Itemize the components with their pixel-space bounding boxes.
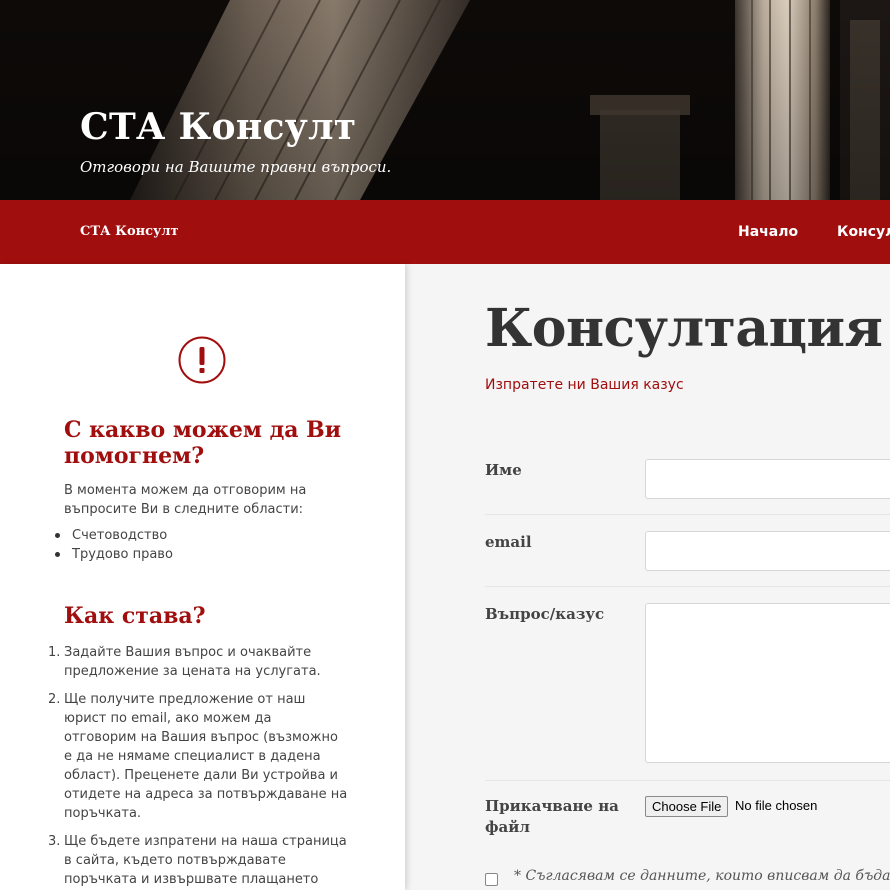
consent-text: * Съгласявам се данните, които вписвам д… (514, 868, 890, 884)
header-banner: СТА Консулт Отговори на Вашите правни въ… (0, 0, 890, 200)
page-subtitle: Изпратете ни Вашия казус (485, 377, 684, 393)
form-divider (485, 780, 890, 781)
list-item: 1. Задайте Вашия въпрос и очаквайте предл… (48, 645, 321, 679)
question-textarea[interactable] (645, 603, 890, 763)
consent-checkbox[interactable] (485, 873, 498, 886)
form-divider (485, 586, 890, 587)
site-title[interactable]: СТА Консулт (80, 106, 356, 148)
attach-label: Прикачване на файл (485, 797, 619, 836)
form-divider (485, 514, 890, 515)
name-label: Име (485, 461, 522, 479)
no-file-text: No file chosen (735, 798, 818, 813)
list-item: Счетоводство (55, 526, 173, 545)
choose-file-button[interactable]: Choose File (645, 796, 729, 817)
steps-list: 1. Задайте Вашия въпрос и очаквайте предл… (48, 643, 348, 890)
sidebar-heading-help: С какво можем да Ви помогнем? (64, 417, 342, 469)
nav-brand-link[interactable]: СТА Консулт (80, 224, 179, 239)
sidebar-intro-text: В момента можем да отговорим на въпросит… (64, 483, 307, 517)
name-field[interactable] (645, 459, 890, 499)
main-navigation: СТА Консулт Начало Консулт (0, 200, 890, 264)
list-item: 2. Ще получите предложение от наш юрист п… (48, 692, 348, 821)
sidebar-heading-how: Как става? (64, 603, 206, 629)
list-item: 3. Ще бъдете изпратени на наша страница в… (48, 834, 347, 887)
page-title: Консултация (485, 298, 883, 359)
nav-link-consult[interactable]: Консулт (837, 224, 890, 240)
question-label: Въпрос/казус (485, 605, 605, 623)
exclamation-circle-icon (178, 336, 226, 384)
email-field[interactable] (645, 531, 890, 571)
nav-link-home[interactable]: Начало (738, 224, 798, 240)
email-label: email (485, 533, 532, 551)
site-tagline: Отговори на Вашите правни въпроси. (80, 158, 392, 176)
areas-list: Счетоводство Трудово право (55, 526, 173, 564)
list-item: Трудово право (55, 547, 173, 562)
